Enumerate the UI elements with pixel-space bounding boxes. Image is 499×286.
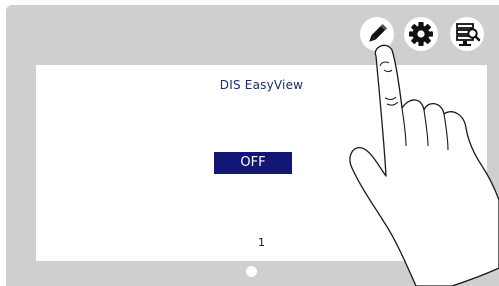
pencil-icon xyxy=(369,24,387,42)
off-toggle-button[interactable]: OFF xyxy=(214,152,292,174)
home-button[interactable] xyxy=(246,266,257,277)
screen-title: DIS EasyView xyxy=(219,78,304,92)
monitor-search-button[interactable] xyxy=(450,17,484,51)
edit-button[interactable] xyxy=(360,17,394,51)
gear-icon xyxy=(409,22,433,46)
monitor-search-icon xyxy=(456,23,481,46)
settings-button[interactable] xyxy=(404,17,438,51)
page-number: 1 xyxy=(258,236,265,249)
display-screen: DIS EasyView OFF 1 xyxy=(36,65,487,261)
